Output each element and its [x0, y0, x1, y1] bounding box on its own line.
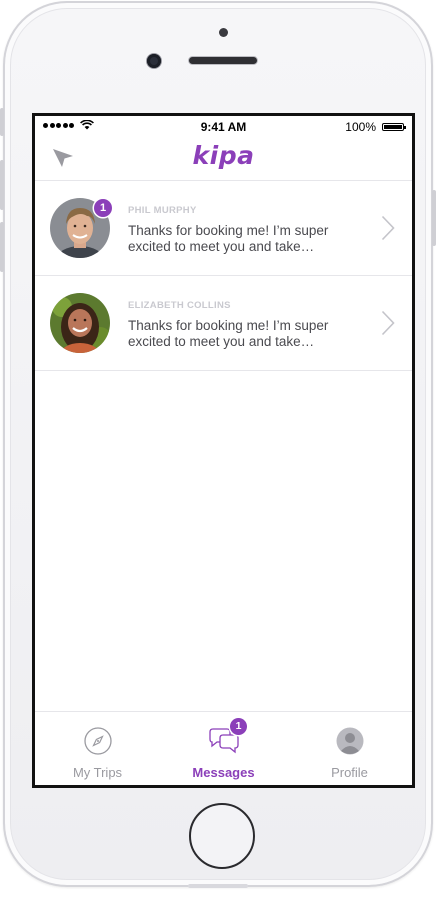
user-icon: [336, 727, 363, 755]
earpiece-speaker: [189, 57, 257, 64]
tab-label: Messages: [192, 765, 255, 780]
navigation-bar: kipa: [35, 136, 412, 181]
chevron-right-icon: [381, 310, 395, 336]
avatar: [50, 293, 110, 353]
tab-my-trips[interactable]: My Trips: [35, 712, 160, 785]
message-thread-phil-murphy[interactable]: 1 PHIL MURPHY Thanks for booking me! I’m…: [35, 181, 412, 276]
kipa-logo: kipa: [192, 141, 255, 170]
message-preview: Thanks for booking me! I’m super excited…: [128, 318, 329, 349]
battery-percentage: 100%: [345, 120, 376, 134]
tab-bar: My Trips 1 Messages Profile: [35, 711, 412, 785]
message-preview: Thanks for booking me! I’m super excited…: [128, 223, 329, 254]
message-list: 1 PHIL MURPHY Thanks for booking me! I’m…: [35, 181, 412, 371]
volume-up-button: [0, 160, 4, 210]
front-sensor: [219, 28, 228, 37]
sender-name: PHIL MURPHY: [128, 205, 197, 216]
tab-profile[interactable]: Profile: [287, 712, 412, 785]
phone-frame: 9:41 AM 100% kipa 1 PHIL MURPHY Thanks f…: [3, 1, 433, 887]
tab-label: My Trips: [72, 765, 123, 780]
power-button: [432, 190, 436, 246]
battery-icon: [382, 123, 406, 131]
tab-unread-badge: 1: [230, 718, 247, 735]
chevron-right-icon: [381, 215, 395, 241]
compass-icon: [83, 727, 112, 755]
home-button[interactable]: [189, 803, 255, 869]
device-bottom-edge: [188, 884, 248, 888]
front-camera: [147, 54, 161, 68]
app-screen: 9:41 AM 100% kipa 1 PHIL MURPHY Thanks f…: [35, 116, 412, 785]
volume-down-button: [0, 222, 4, 272]
tab-label: Profile: [331, 765, 368, 780]
unread-badge: 1: [94, 199, 112, 217]
status-bar: 9:41 AM 100%: [35, 116, 412, 136]
mute-switch: [0, 108, 4, 136]
sender-name: ELIZABETH COLLINS: [128, 300, 231, 311]
message-thread-elizabeth-collins[interactable]: ELIZABETH COLLINS Thanks for booking me!…: [35, 276, 412, 371]
tab-messages[interactable]: 1 Messages: [161, 712, 286, 785]
phone-screen: 9:41 AM 100% kipa 1 PHIL MURPHY Thanks f…: [32, 113, 415, 788]
